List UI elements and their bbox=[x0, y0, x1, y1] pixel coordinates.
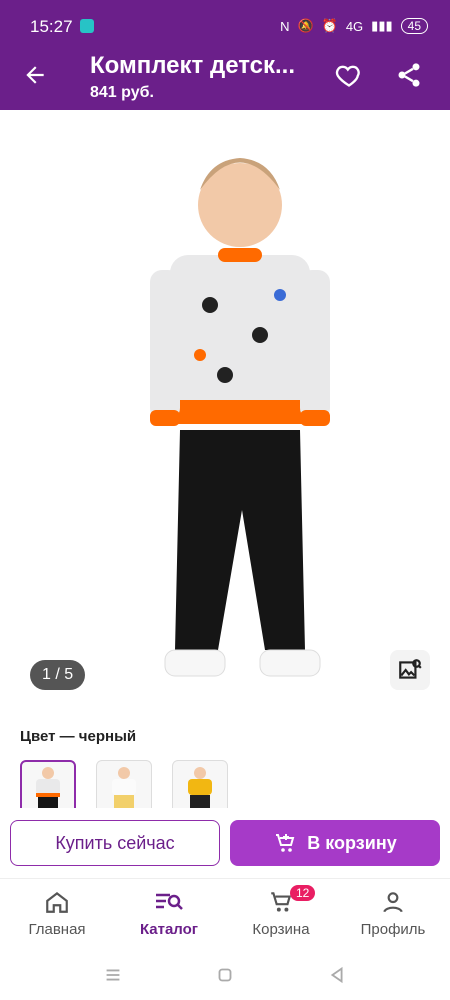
mute-icon: 🔕 bbox=[297, 18, 314, 33]
image-pager: 1 / 5 bbox=[30, 660, 86, 690]
nfc-icon: N bbox=[280, 18, 290, 34]
favorite-button[interactable] bbox=[332, 58, 366, 92]
bottom-navigation: Главная Каталог 12 Корзина Профиль bbox=[0, 878, 450, 950]
nav-profile[interactable]: Профиль bbox=[348, 889, 438, 938]
battery-icon: 45 bbox=[400, 18, 428, 34]
nav-home-label: Главная bbox=[28, 921, 86, 938]
nav-cart-label: Корзина bbox=[252, 921, 310, 938]
recents-icon[interactable] bbox=[102, 964, 124, 986]
status-bar: 15:27 N 🔕 ⏰ 4G ▮▮▮ 45 bbox=[0, 0, 450, 40]
add-to-cart-icon bbox=[276, 834, 295, 852]
arrow-left-icon bbox=[26, 66, 44, 84]
add-to-cart-button[interactable]: В корзину bbox=[230, 820, 440, 866]
product-gallery[interactable]: 1 / 5 bbox=[0, 110, 450, 710]
nav-catalog-label: Каталог bbox=[139, 921, 199, 938]
app-notification-icon bbox=[80, 19, 94, 33]
system-navigation-bar bbox=[0, 950, 450, 1000]
buy-now-button[interactable]: Купить сейчас bbox=[10, 820, 220, 866]
share-icon bbox=[398, 63, 420, 87]
back-button[interactable] bbox=[18, 58, 52, 92]
nav-catalog[interactable]: Каталог bbox=[124, 889, 214, 938]
home-circle-icon[interactable] bbox=[214, 964, 236, 986]
signal-icon: ▮▮▮ bbox=[371, 18, 393, 33]
nav-home[interactable]: Главная bbox=[12, 889, 102, 938]
image-search-icon bbox=[399, 659, 422, 679]
home-icon bbox=[46, 891, 68, 913]
nav-profile-label: Профиль bbox=[360, 921, 426, 938]
cart-count-badge: 12 bbox=[290, 885, 316, 901]
back-triangle-icon[interactable] bbox=[326, 964, 348, 986]
add-to-cart-label: В корзину bbox=[307, 832, 397, 853]
profile-icon bbox=[383, 892, 403, 913]
signal-text: 4G bbox=[345, 18, 364, 34]
purchase-actions: Купить сейчас В корзину bbox=[0, 808, 450, 878]
product-price: 841 руб. bbox=[90, 84, 154, 101]
color-label: Цвет — черный bbox=[20, 728, 137, 745]
nav-cart[interactable]: 12 Корзина bbox=[236, 885, 326, 938]
page-title: Комплект детск... bbox=[90, 52, 296, 79]
swatch-thumbnail bbox=[112, 767, 136, 809]
status-time: 15:27 bbox=[30, 17, 73, 36]
share-button[interactable] bbox=[392, 58, 426, 92]
swatch-thumbnail bbox=[36, 767, 60, 809]
swatch-thumbnail bbox=[188, 767, 212, 809]
app-bar: Комплект детск... 841 руб. bbox=[0, 40, 450, 110]
heart-icon bbox=[335, 65, 360, 87]
status-icons: N 🔕 ⏰ 4G ▮▮▮ 45 bbox=[280, 18, 428, 34]
alarm-icon: ⏰ bbox=[321, 18, 338, 33]
catalog-search-icon bbox=[156, 893, 183, 910]
product-photo[interactable] bbox=[130, 130, 350, 690]
image-search-button[interactable] bbox=[390, 650, 430, 690]
